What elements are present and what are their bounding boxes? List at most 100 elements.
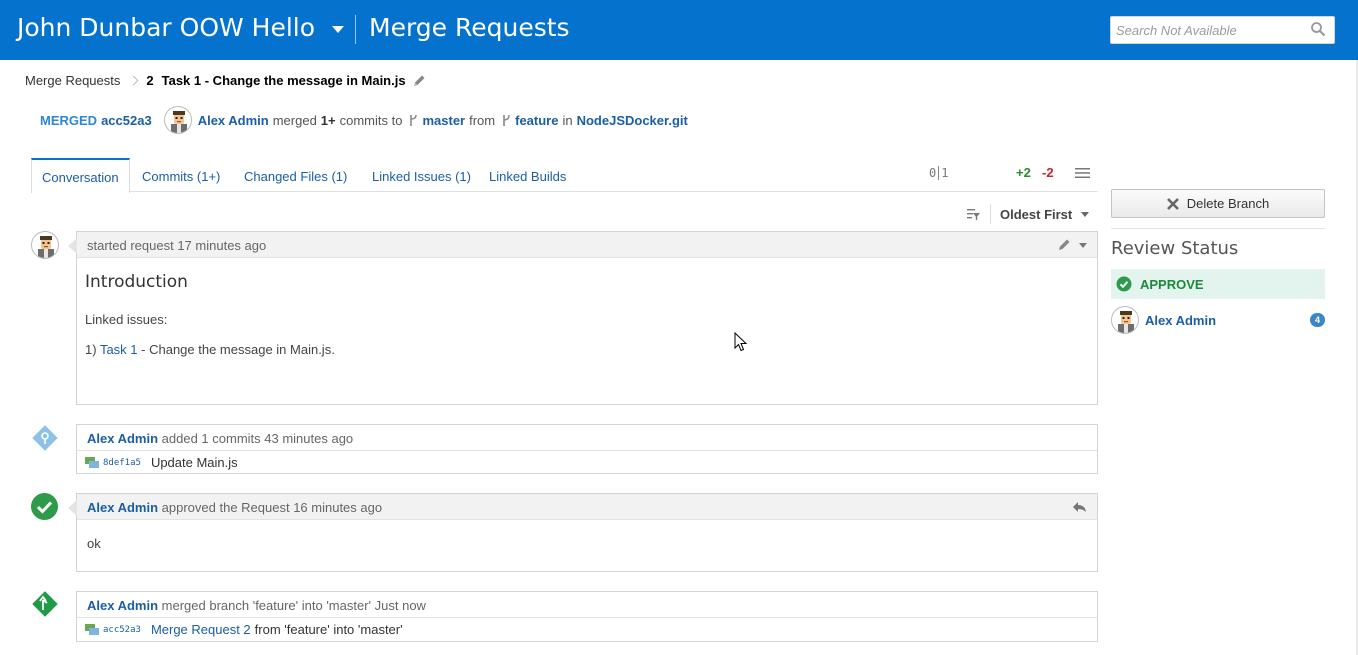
event-text: added 1 commits 43 minutes ago [161, 431, 354, 446]
search-box[interactable] [1110, 16, 1335, 44]
merge-request-title: Task 1 - Change the message in Main.js [161, 73, 406, 88]
merge-status-line: MERGED acc52a3 Alex Admin merged 1+ comm… [40, 106, 688, 134]
sort-dropdown[interactable]: Oldest First [1000, 207, 1090, 222]
verdict-label: APPROVE [1140, 276, 1204, 292]
event-text: approved the Request 16 minutes ago [161, 500, 383, 515]
repository-link[interactable]: NodeJSDocker.git [577, 113, 688, 128]
chevron-down-icon [1081, 212, 1090, 217]
card-header: Alex Admin merged branch 'feature' into … [77, 592, 1097, 618]
approved-icon [31, 493, 58, 520]
user-avatar-icon [38, 236, 54, 258]
commit-row: 8def1a5 Update Main.js [77, 451, 1097, 475]
search-input[interactable] [1111, 17, 1306, 43]
check-circle-icon [1116, 276, 1132, 292]
reply-icon[interactable] [1072, 501, 1087, 513]
diff-right-count: 1 [941, 166, 949, 180]
commit-sha-link[interactable]: acc52a3 [103, 618, 141, 642]
card-actions [1057, 238, 1087, 252]
author-link[interactable]: Alex Admin [198, 113, 269, 128]
tab-linked-builds[interactable]: Linked Builds [489, 158, 566, 192]
comment-icon[interactable] [85, 624, 100, 636]
merge-text: from 'feature' into 'master' [254, 622, 403, 637]
in-text: in [562, 112, 573, 128]
lines-removed: -2 [1042, 165, 1054, 180]
avatar[interactable] [31, 231, 59, 259]
reviewer-count-badge: 4 [1310, 313, 1325, 327]
item-number: 1) [85, 342, 97, 357]
card-header: Alex Admin approved the Request 16 minut… [77, 494, 1097, 520]
commit-message: Update Main.js [150, 455, 238, 470]
merge-request-number: 2 [146, 73, 154, 88]
tab-linked-issues[interactable]: Linked Issues (1) [372, 158, 471, 192]
tab-conversation[interactable]: Conversation [31, 158, 130, 193]
tab-commits[interactable]: Commits (1+) [142, 158, 220, 192]
commit-event-icon [32, 425, 58, 451]
merge-event-icon [32, 591, 58, 617]
request-started-text: started request 17 minutes ago [87, 238, 267, 253]
card-body: Introduction Linked issues: 1) Task 1 - … [77, 272, 1097, 357]
review-verdict: APPROVE [1111, 269, 1325, 299]
user-link[interactable]: Alex Admin [87, 598, 158, 613]
search-icon[interactable] [1310, 21, 1326, 37]
source-branch-link[interactable]: feature [515, 113, 558, 128]
project-title[interactable]: John Dunbar OOW Hello [17, 13, 315, 42]
sort-label: Oldest First [1000, 207, 1073, 222]
tab-changed-files[interactable]: Changed Files (1) [244, 158, 347, 192]
project-dropdown-icon[interactable] [332, 26, 344, 33]
edit-icon[interactable] [1057, 238, 1071, 252]
card-header: started request 17 minutes ago [77, 232, 1097, 258]
card-pointer [68, 238, 77, 254]
chevron-down-icon[interactable] [1079, 242, 1087, 248]
card-pointer [68, 500, 77, 516]
commit-row: acc52a3 Merge Request 2 from 'feature' i… [77, 618, 1097, 642]
merge-event-card: Alex Admin merged branch 'feature' into … [76, 591, 1098, 642]
diff-view-toggle[interactable]: 0 1 [929, 166, 948, 180]
user-avatar-icon [170, 111, 187, 133]
chevron-right-icon [128, 75, 139, 86]
edit-title-icon[interactable] [412, 74, 426, 88]
mouse-cursor-icon [734, 332, 748, 352]
branch-icon [503, 114, 510, 126]
issue-link[interactable]: Task 1 [100, 342, 138, 357]
divider [1111, 228, 1325, 229]
branch-icon [410, 114, 418, 126]
reviewer-row: Alex Admin 4 [1111, 305, 1325, 335]
verb-text: merged [272, 112, 317, 128]
user-link[interactable]: Alex Admin [87, 431, 158, 446]
page-title: Merge Requests [369, 13, 570, 42]
state-label: MERGED [40, 112, 98, 128]
header-divider [355, 15, 356, 44]
delete-branch-button[interactable]: Delete Branch [1111, 189, 1325, 218]
event-text: merged branch 'feature' into 'master' Ju… [161, 598, 426, 613]
item-text: - Change the message in Main.js. [141, 342, 335, 357]
merge-request-link[interactable]: Merge Request 2 [151, 618, 251, 642]
breadcrumb: Merge Requests 2 Task 1 - Change the mes… [25, 73, 426, 88]
sort-divider [990, 204, 991, 224]
card-body: ok [77, 536, 1097, 551]
filter-icon[interactable] [966, 207, 981, 222]
top-bar: John Dunbar OOW Hello Merge Requests [0, 0, 1358, 60]
user-link[interactable]: Alex Admin [87, 500, 158, 515]
close-icon [1166, 197, 1179, 210]
commits-to-text: commits to [339, 112, 403, 128]
review-status-title: Review Status [1111, 238, 1239, 259]
breadcrumb-merge-requests[interactable]: Merge Requests [25, 73, 120, 88]
commit-sha-link[interactable]: 8def1a5 [103, 451, 141, 475]
avatar[interactable] [1111, 306, 1139, 334]
request-description-card: started request 17 minutes ago Introduct… [68, 231, 1098, 405]
merge-commit-link[interactable]: acc52a3 [101, 113, 152, 128]
linked-issues-label: Linked issues: [85, 312, 168, 327]
commits-added-card: Alex Admin added 1 commits 43 minutes ag… [76, 424, 1098, 474]
comment-icon[interactable] [85, 457, 100, 469]
avatar[interactable] [163, 106, 192, 134]
reviewer-link[interactable]: Alex Admin [1145, 313, 1216, 328]
delete-branch-label: Delete Branch [1186, 196, 1270, 211]
description-heading: Introduction [85, 272, 188, 292]
approval-card: Alex Admin approved the Request 16 minut… [68, 493, 1098, 572]
diff-left-count: 0 [929, 166, 937, 180]
diff-separator [938, 166, 940, 180]
card-header: Alex Admin added 1 commits 43 minutes ag… [77, 425, 1097, 451]
lines-added: +2 [1016, 165, 1031, 180]
menu-icon[interactable] [1075, 167, 1090, 179]
target-branch-link[interactable]: master [422, 113, 465, 128]
